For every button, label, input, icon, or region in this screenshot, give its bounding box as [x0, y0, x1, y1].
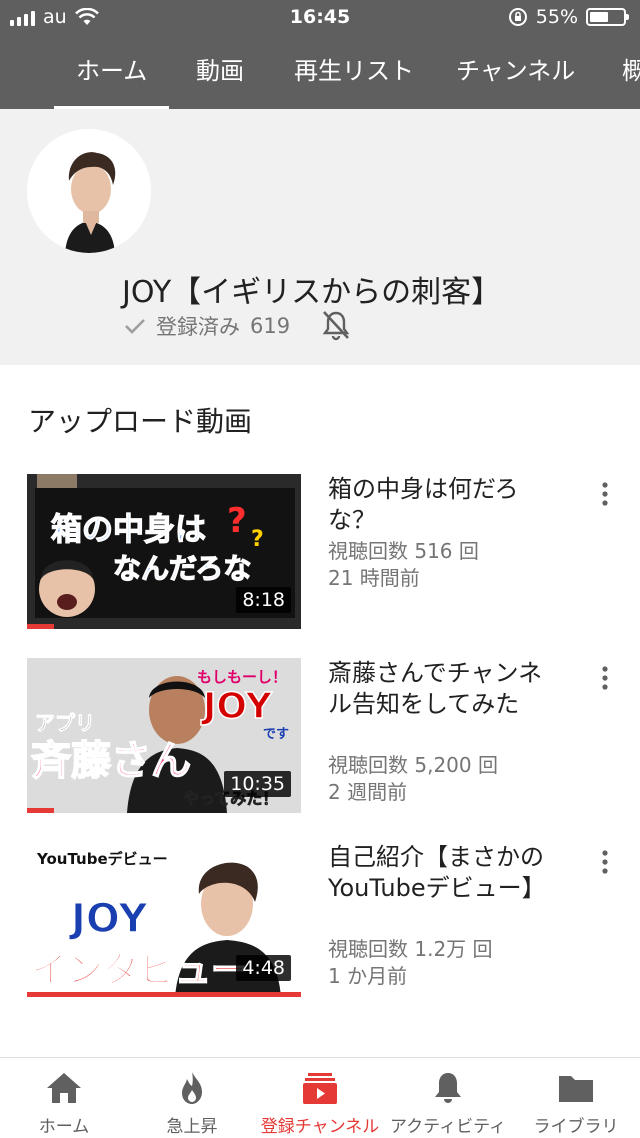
flame-icon [182, 1072, 202, 1104]
video-views: 視聴回数 5,200 回 [328, 753, 498, 777]
thumb-text-3: です [263, 727, 289, 742]
nav-label: ライブラリ [533, 1117, 619, 1137]
thumb-text-5: 斉藤さん [31, 738, 191, 784]
video-title[interactable]: 自己紹介【まさかのYouTubeデビュー】 [328, 842, 558, 904]
nav-label: ホーム [38, 1117, 90, 1137]
bottom-navigation: ホーム 急上昇 登録チャンネル アクティビティ ライブラリ [0, 1057, 640, 1138]
bell-icon [435, 1073, 461, 1103]
video-duration: 10:35 [224, 771, 291, 797]
thumb-text-1: YouTubeデビュー [36, 850, 168, 868]
nav-library[interactable]: ライブラリ [512, 1058, 640, 1138]
tab-playlists[interactable]: 再生リスト [294, 44, 414, 109]
more-options-icon[interactable] [598, 664, 612, 692]
video-age: 1 か月前 [328, 964, 408, 988]
video-age: 2 週間前 [328, 780, 408, 804]
uploads-title: アップロード動画 [28, 405, 253, 438]
svg-text:?: ? [227, 501, 247, 541]
watch-progress [27, 808, 55, 813]
video-duration: 4:48 [236, 955, 291, 981]
battery-percent: 55% [535, 6, 578, 28]
thumb-text-1: もしもーし！ [197, 668, 287, 686]
avatar-image [27, 129, 151, 253]
video-title[interactable]: 斎藤さんでチャンネル告知をしてみた [328, 658, 558, 720]
video-title[interactable]: 箱の中身は何だろな？ [328, 474, 558, 536]
subscriptions-icon [303, 1073, 337, 1104]
status-right: 55% [508, 6, 629, 28]
video-thumbnail[interactable]: もしもーし！ JOY です アプリ 斉藤さん やってみた！ 10:35 [27, 658, 301, 813]
more-options-icon[interactable] [598, 848, 612, 876]
video-duration: 8:18 [236, 587, 291, 613]
home-icon [47, 1073, 81, 1103]
subscriber-count: 619 [250, 314, 291, 338]
tab-videos[interactable]: 動画 [196, 44, 244, 109]
thumb-text-2: JOY [68, 896, 148, 942]
battery-icon [586, 8, 629, 26]
nav-label: アクティビティ [389, 1117, 507, 1137]
watch-progress [27, 624, 55, 629]
subscription-status[interactable]: 登録済み 619 [124, 311, 290, 341]
thumb-text-4: アプリ [35, 711, 95, 735]
watch-progress [27, 992, 301, 997]
tab-home[interactable]: ホーム [53, 44, 170, 109]
video-views: 視聴回数 1.2万 回 [328, 937, 493, 961]
thumb-text-2: なんだろな [113, 552, 251, 585]
nav-subscriptions[interactable]: 登録チャンネル [256, 1058, 384, 1138]
channel-tabs: ホーム 動画 再生リスト チャンネル 概 [0, 44, 640, 109]
orientation-lock-icon [508, 8, 527, 26]
thumb-text-2: JOY [200, 686, 273, 727]
app: au 16:45 55% ホーム 動画 再生リスト チャンネル 概 JOY【イギ… [0, 0, 640, 1138]
video-thumbnail[interactable]: 箱の中身は ? ? なんだろな 8:18 [27, 474, 301, 629]
video-views: 視聴回数 516 回 [328, 539, 479, 563]
nav-home[interactable]: ホーム [0, 1058, 128, 1138]
tab-channels[interactable]: チャンネル [456, 44, 575, 109]
top-header: au 16:45 55% ホーム 動画 再生リスト チャンネル 概 [0, 0, 640, 109]
thumb-text-3: インタビュー [31, 950, 247, 991]
video-item[interactable]: 箱の中身は ? ? なんだろな 8:18 箱の中身は何だろな？ 視聴回数 516… [0, 474, 640, 634]
nav-label: 登録チャンネル [260, 1117, 380, 1137]
tab-about[interactable]: 概 [622, 44, 640, 109]
subscribed-label: 登録済み [156, 315, 240, 339]
nav-activity[interactable]: アクティビティ [384, 1058, 512, 1138]
nav-trending[interactable]: 急上昇 [128, 1058, 256, 1138]
svg-text:?: ? [251, 527, 264, 552]
video-thumbnail[interactable]: YouTubeデビュー JOY インタビュー 4:48 [27, 842, 301, 997]
video-age: 21 時間前 [328, 566, 420, 590]
more-options-icon[interactable] [598, 480, 612, 508]
channel-avatar[interactable] [27, 129, 151, 253]
video-item[interactable]: もしもーし！ JOY です アプリ 斉藤さん やってみた！ 10:35 斎藤さん… [0, 658, 640, 818]
notifications-off-icon[interactable] [318, 307, 354, 343]
status-bar: au 16:45 55% [0, 0, 640, 36]
video-item[interactable]: YouTubeデビュー JOY インタビュー 4:48 自己紹介【まさかのYou… [0, 842, 640, 1002]
folder-icon [559, 1076, 593, 1102]
thumb-text-1: 箱の中身は [51, 512, 206, 548]
check-icon [125, 319, 145, 334]
channel-header: JOY【イギリスからの刺客】 登録済み 619 [0, 109, 640, 365]
channel-name: JOY【イギリスからの刺客】 [122, 275, 502, 310]
nav-label: 急上昇 [166, 1117, 218, 1137]
